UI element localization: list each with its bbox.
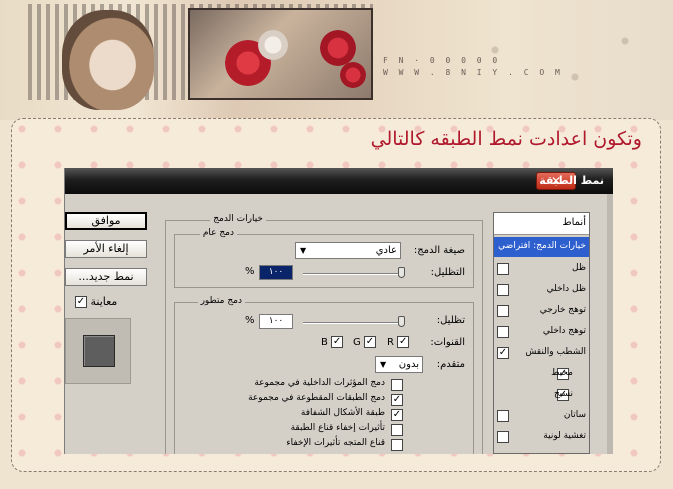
- channel-g[interactable]: G ✓: [353, 336, 376, 348]
- style-item-satin[interactable]: ساتان: [494, 406, 589, 426]
- channel-r-label: R: [387, 337, 394, 348]
- style-item-inner-glow[interactable]: توهج داخلي: [494, 322, 589, 342]
- style-item-checkbox[interactable]: [497, 410, 509, 422]
- style-item-bevel-emboss[interactable]: ✓ الشطب والنقش: [494, 343, 589, 363]
- option-blend-clipped-layers[interactable]: ✓ دمج الطبقات المقطوعة في مجموعة: [175, 393, 405, 407]
- new-style-button[interactable]: نمط جديد...: [65, 268, 147, 286]
- site-logo-text: F N · 0 0 0 0 0: [383, 56, 501, 65]
- style-item-checkbox[interactable]: [497, 263, 509, 275]
- cancel-button[interactable]: إلغاء الأمر: [65, 240, 147, 258]
- channel-r[interactable]: R ✓: [387, 336, 410, 348]
- preview-label: معاينة: [90, 295, 118, 308]
- option-label: دمج الطبقات المقطوعة في مجموعة: [248, 393, 385, 403]
- option-transparency-shapes[interactable]: ✓ طبقة الأشكال الشفافة: [175, 408, 405, 422]
- fill-opacity-slider-handle[interactable]: [398, 316, 405, 327]
- blending-options-group: خيارات الدمج دمج عام صيغة الدمج: عادي ▼ …: [165, 214, 483, 454]
- dialog-right-edge: [607, 194, 613, 454]
- style-item-label: ظل داخلي: [546, 284, 586, 294]
- style-item-label: الشطب والنقش: [525, 347, 586, 357]
- option-checkbox[interactable]: [391, 379, 403, 391]
- dialog-titlebar[interactable]: ✕ نمط الطبقة: [65, 168, 613, 194]
- ok-button[interactable]: موافق: [65, 212, 147, 230]
- knockout-select[interactable]: بدون ▼: [375, 356, 423, 373]
- option-label: طبقة الأشكال الشفافة: [300, 408, 385, 418]
- header-banner: F N · 0 0 0 0 0 W W W . 8 N I Y . C O M: [0, 0, 673, 120]
- blend-mode-select[interactable]: عادي ▼: [295, 242, 401, 259]
- layer-style-dialog: ✕ نمط الطبقة موافق إلغاء الأمر نمط جديد.…: [64, 168, 613, 454]
- option-checkbox[interactable]: [391, 439, 403, 451]
- style-item-label: نسيج: [553, 389, 573, 399]
- style-preview-swatch: [83, 335, 115, 367]
- red-rose-decoration: [340, 62, 366, 88]
- style-item-texture[interactable]: ✓ نسيج: [494, 385, 589, 405]
- style-item-drop-shadow[interactable]: ظل: [494, 259, 589, 279]
- option-blend-interior-effects[interactable]: دمج المؤثرات الداخلية في مجموعة: [175, 378, 405, 392]
- channels-label: القنوات:: [430, 337, 465, 348]
- styles-list: أنماط خيارات الدمج: افتراضي ظل ظل داخلي …: [493, 212, 590, 454]
- style-item-label: تغشية لونية: [543, 431, 586, 441]
- style-item-blending-options[interactable]: خيارات الدمج: افتراضي: [494, 237, 589, 257]
- option-checkbox[interactable]: [391, 424, 403, 436]
- style-preview-box: [65, 318, 131, 384]
- option-label: دمج المؤثرات الداخلية في مجموعة: [254, 378, 385, 388]
- general-blending-group: دمج عام صيغة الدمج: عادي ▼ التظليل: ١٠٠ …: [174, 228, 474, 288]
- girl-portrait-image: [62, 10, 154, 110]
- option-label: تأثيرات إخفاء قناع الطبقة: [290, 423, 385, 433]
- preview-toggle[interactable]: معاينة ✓: [75, 295, 117, 308]
- style-item-label: ساتان: [563, 410, 586, 420]
- style-item-label: توهج خارجي: [539, 305, 586, 315]
- fill-opacity-label: تظليل:: [436, 315, 465, 326]
- channel-r-checkbox[interactable]: ✓: [397, 336, 410, 348]
- opacity-slider-track[interactable]: [303, 273, 405, 275]
- general-blending-legend: دمج عام: [199, 228, 237, 238]
- option-checkbox[interactable]: ✓: [391, 394, 403, 406]
- chevron-down-icon: ▼: [380, 360, 387, 369]
- blending-options-legend: خيارات الدمج: [210, 214, 266, 224]
- fill-opacity-slider-track[interactable]: [303, 322, 405, 324]
- red-rose-decoration: [320, 30, 356, 66]
- advanced-blending-group: دمج متطور تظليل: ١٠٠ % القنوات: R ✓ G ✓ …: [174, 296, 474, 454]
- chevron-down-icon: ▼: [300, 246, 307, 255]
- channel-g-label: G: [353, 337, 361, 348]
- option-label: قناع المتجه تأثيرات الإخفاء: [286, 438, 385, 448]
- fill-opacity-percent: %: [245, 315, 255, 326]
- style-item-checkbox[interactable]: [497, 431, 509, 443]
- style-item-label: توهج داخلي: [542, 326, 586, 336]
- style-item-checkbox[interactable]: [497, 326, 509, 338]
- style-item-outer-glow[interactable]: توهج خارجي: [494, 301, 589, 321]
- style-item-inner-shadow[interactable]: ظل داخلي: [494, 280, 589, 300]
- fill-opacity-input[interactable]: ١٠٠: [259, 314, 293, 329]
- style-item-label: ظل: [572, 263, 586, 273]
- channel-b[interactable]: B ✓: [321, 336, 344, 348]
- preview-checkbox[interactable]: ✓: [75, 296, 87, 308]
- channel-b-checkbox[interactable]: ✓: [331, 336, 344, 348]
- white-rose-decoration: [258, 30, 288, 60]
- option-checkbox[interactable]: ✓: [391, 409, 403, 421]
- option-vector-mask-hides[interactable]: قناع المتجه تأثيرات الإخفاء: [175, 438, 405, 452]
- channel-g-checkbox[interactable]: ✓: [363, 336, 376, 348]
- opacity-slider-handle[interactable]: [398, 267, 405, 278]
- site-url-text: W W W . 8 N I Y . C O M: [383, 68, 563, 77]
- channel-b-label: B: [321, 337, 328, 348]
- opacity-input[interactable]: ١٠٠: [259, 265, 293, 280]
- style-item-label: محيط: [551, 368, 573, 378]
- knockout-label: متقدم:: [436, 359, 465, 370]
- opacity-label: التظليل:: [430, 267, 465, 278]
- style-item-label: خيارات الدمج: افتراضي: [498, 241, 586, 251]
- style-item-color-overlay[interactable]: تغشية لونية: [494, 427, 589, 447]
- blend-mode-label: صيغة الدمج:: [413, 245, 465, 256]
- dialog-body: موافق إلغاء الأمر نمط جديد... معاينة ✓ خ…: [65, 194, 613, 454]
- page-title: وتكون اعدادت نمط الطبقه كالتالي: [370, 128, 642, 150]
- style-item-checkbox[interactable]: [497, 305, 509, 317]
- knockout-value: بدون: [398, 359, 419, 370]
- blend-mode-value: عادي: [375, 245, 397, 256]
- style-item-checkbox[interactable]: [497, 284, 509, 296]
- style-item-checkbox[interactable]: ✓: [497, 347, 509, 359]
- dialog-title: نمط الطبقة: [539, 174, 604, 187]
- style-item-contour[interactable]: ✓ محيط: [494, 364, 589, 384]
- option-layer-mask-hides[interactable]: تأثيرات إخفاء قناع الطبقة: [175, 423, 405, 437]
- advanced-blending-legend: دمج متطور: [197, 296, 245, 306]
- opacity-percent: %: [245, 266, 255, 277]
- styles-header[interactable]: أنماط: [494, 213, 589, 235]
